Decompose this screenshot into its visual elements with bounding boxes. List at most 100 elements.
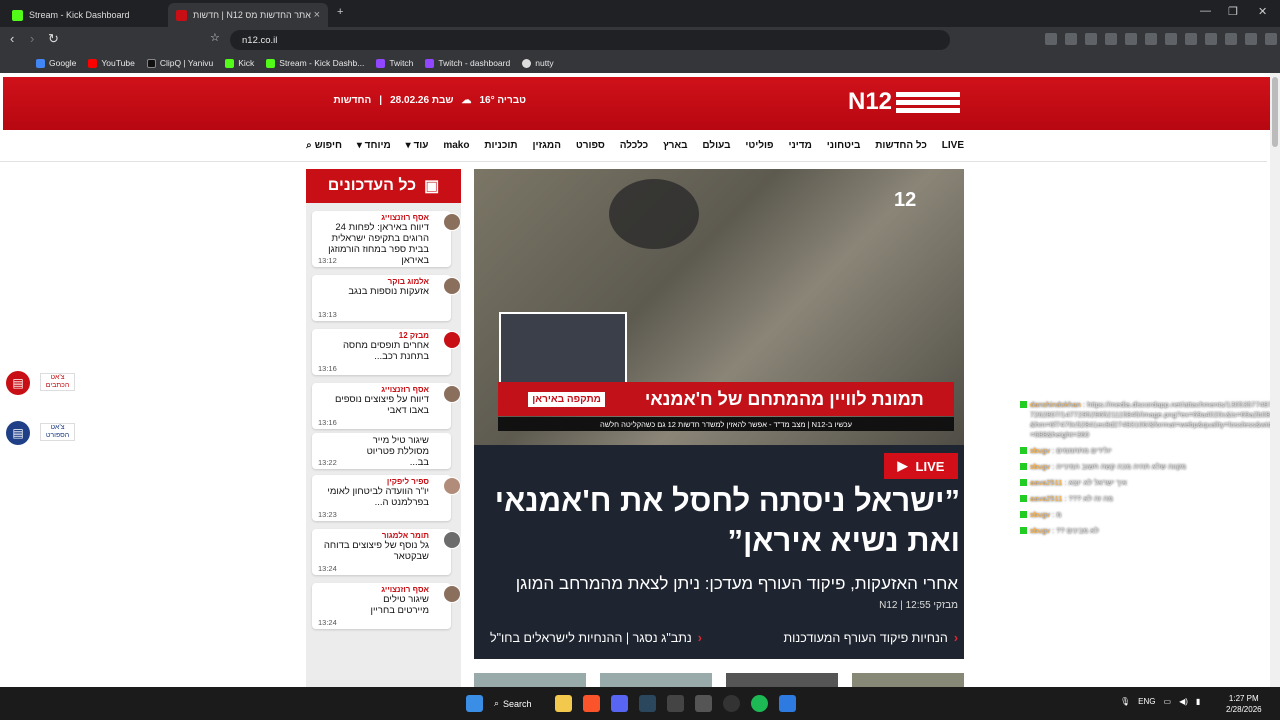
bookmark-nutty[interactable]: nutty [522,58,554,68]
related-link[interactable]: ‹ הנחיות פיקוד העורף המעודכנות [784,631,958,645]
logo-text: N12 [848,88,893,115]
bookmark-kick[interactable]: Kick [225,58,254,68]
taskbar-clock[interactable]: 1:27 PM 2/28/2026 [1226,693,1262,715]
extension-icon[interactable] [1085,33,1097,45]
bookmark-youtube[interactable]: YouTube [88,58,135,68]
bookmark-twitch[interactable]: Twitch [376,58,413,68]
spotify-icon[interactable] [751,695,768,712]
mic-icon[interactable]: 🎙 [1120,697,1130,706]
chat-text: : איך ישראל לא יוצא [1064,478,1127,487]
extension-icon[interactable] [1265,33,1277,45]
scroll-thumb[interactable] [1272,77,1278,147]
battery-icon[interactable]: ▮ [1196,697,1200,706]
back-icon[interactable]: ‹ [10,31,14,46]
lead-headline[interactable]: ”ישראל ניסתה לחסל את ח'אמנאי ואת נשיא אי… [490,481,960,561]
extension-icon[interactable] [1145,33,1157,45]
nav-israel[interactable]: בארץ [663,140,688,151]
story-thumb[interactable] [852,673,964,687]
clock-date: 2/28/2026 [1226,705,1262,714]
bookmark-star-icon[interactable]: ☆ [210,31,220,44]
bookmark-clipq[interactable]: ClipQ | Yanivu [146,58,213,68]
hero-video[interactable]: 12 תמונת לוויין מהמתחם של ח'אמנאי מתקפה … [474,169,964,445]
n12-logo[interactable]: N12 [848,88,961,116]
brave-icon[interactable] [583,695,600,712]
network-icon[interactable]: ▭ [1164,697,1172,706]
taskbar-search[interactable]: ⌕ Search [494,695,544,712]
reload-icon[interactable]: ↻ [48,31,59,47]
nav-politics[interactable]: פוליטי [745,140,773,151]
nav-world[interactable]: בעולם [702,140,730,151]
main-nav: LIVE כל החדשות ביטחוני מדיני פוליטי בעול… [306,133,964,157]
update-time: 13:12 [318,256,337,265]
forward-icon[interactable]: › [30,31,34,46]
chat-message: sbugv : מ [1020,510,1278,520]
extension-icon[interactable] [1125,33,1137,45]
extension-icon[interactable] [1105,33,1117,45]
steam-icon[interactable] [639,695,656,712]
discord-icon[interactable] [611,695,628,712]
updates-header[interactable]: ▣ כל העדכונים [306,169,461,203]
update-card[interactable]: אסף רוזנצוייג שיגור טילים מיירטים בחריין… [312,583,461,629]
update-card[interactable]: מבזק 12 אחרים תופסים מחסה בתחנת רכב... 1… [312,329,461,375]
extension-icon[interactable] [1065,33,1077,45]
nav-economy[interactable]: כלכלה [620,140,648,151]
nav-security[interactable]: ביטחוני [827,140,861,151]
address-bar[interactable]: n12.co.il [230,30,950,50]
app-icon[interactable] [779,695,796,712]
update-card[interactable]: ספיר ליפקין יו"ר הוועדה לביטחון לאומי בפ… [312,475,461,521]
file-explorer-icon[interactable] [555,695,572,712]
nav-mako[interactable]: mako [443,140,469,151]
close-window-icon[interactable]: ✕ [1258,5,1267,18]
tab-n12[interactable]: חדשות | N12 אתר החדשות מס × [168,3,328,27]
update-card[interactable]: אסף רוזנצוייג דיווח באיראן: לפחות 24 הרו… [312,211,461,267]
nav-search[interactable]: חיפוש ⌕ [306,140,342,151]
minimize-icon[interactable]: — [1200,5,1211,17]
extension-icon[interactable] [1245,33,1257,45]
reporters-chat-icon[interactable]: ▤ [6,371,30,395]
weather-icon: ☁ [461,95,472,106]
extension-icon[interactable] [1225,33,1237,45]
language-indicator[interactable]: ENG [1138,697,1155,706]
obs-icon[interactable] [723,695,740,712]
nav-all-news[interactable]: כל החדשות [875,140,927,151]
nav-sport[interactable]: ספורט [576,140,605,151]
maximize-icon[interactable]: ❐ [1228,5,1238,18]
extension-icon[interactable] [1205,33,1217,45]
update-card[interactable]: שיגור טיל מייר מסוללת פטריוט בב... 13:22 [312,433,451,469]
update-card[interactable]: תומר אלמגור גל נוסף של פיצוצים בדוחה שבק… [312,529,461,575]
update-card[interactable]: אסף רוזנצוייג דיווח על פיצוצים נוספים בא… [312,383,461,429]
extension-icon[interactable] [1045,33,1057,45]
nav-diplomatic[interactable]: מדיני [788,140,811,151]
bookmark-google[interactable]: Google [36,58,76,68]
extension-icon[interactable] [1185,33,1197,45]
windows-start-icon[interactable] [466,695,483,712]
volume-icon[interactable]: ◀) [1179,697,1188,706]
nav-more[interactable]: עוד ▾ [406,140,429,151]
related-link[interactable]: ‹ נתב"ג נסגר | ההנחיות לישראלים בחו"ל [490,631,702,645]
update-card[interactable]: אלמוג בוקר אזעקות נוספות בנגב 13:13 [312,275,461,321]
app-icon[interactable] [695,695,712,712]
story-thumb[interactable] [600,673,712,687]
nav-shows[interactable]: תוכניות [484,140,517,151]
bookmark-kick-dashboard[interactable]: Stream - Kick Dashb... [266,58,364,68]
nav-live[interactable]: LIVE [942,140,964,151]
sports-chat-icon[interactable]: ▤ [6,421,30,445]
story-thumb[interactable] [474,673,586,687]
bookmark-twitch-dashboard[interactable]: Twitch - dashboard [425,58,510,68]
reporters-chat-label[interactable]: צ'אט הכתבים [40,373,75,391]
nav-special[interactable]: מיוחד ▾ [357,140,391,151]
live-button[interactable]: ▶ LIVE [884,453,958,479]
nav-magazine[interactable]: המגזין [532,140,561,151]
app-icon[interactable] [667,695,684,712]
page-scrollbar[interactable] [1270,73,1280,687]
clock-time: 1:27 PM [1228,694,1259,703]
extension-icon[interactable] [1165,33,1177,45]
kick-icon [225,58,235,68]
new-tab-button[interactable]: + [337,6,343,18]
tab-kick-dashboard[interactable]: Stream - Kick Dashboard [4,3,164,27]
story-thumb[interactable] [726,673,838,687]
youtube-icon [88,58,98,68]
badge-icon [1020,511,1027,518]
sports-chat-label[interactable]: צ'אט הספורט [40,423,75,441]
close-tab-icon[interactable]: × [314,9,320,21]
